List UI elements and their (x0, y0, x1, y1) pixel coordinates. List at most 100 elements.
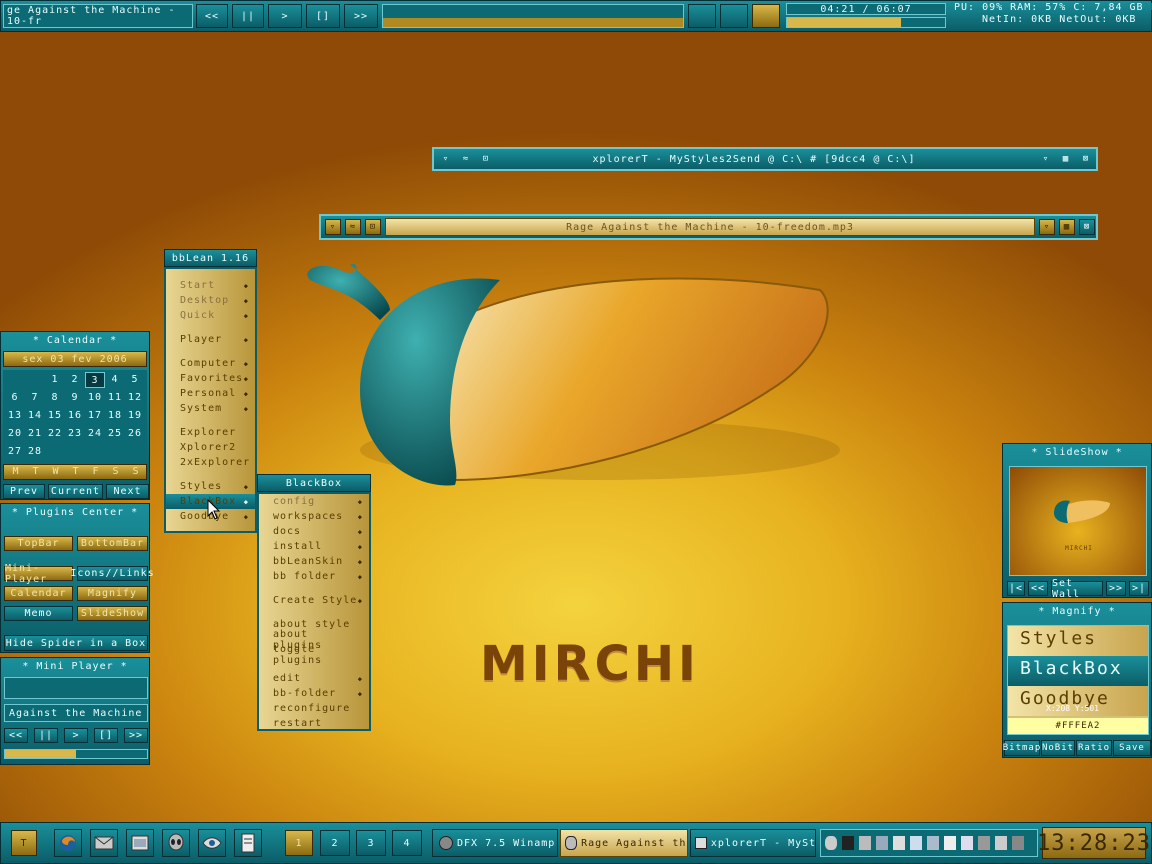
menu-item-install[interactable]: install ◆ (273, 539, 363, 554)
calendar-day[interactable]: 24 (85, 428, 105, 439)
magnify-save-button[interactable]: Save (1113, 740, 1151, 756)
calendar-day[interactable]: 14 (25, 410, 45, 421)
stop-button[interactable]: [] (306, 4, 340, 28)
miniplayer-toggle-button[interactable]: Mini-Player (4, 563, 73, 585)
calendar-day[interactable]: 23 (65, 428, 85, 439)
balance-control[interactable] (720, 4, 748, 28)
tray-extra-icon[interactable] (1012, 836, 1024, 850)
calendar-day[interactable]: 26 (125, 428, 145, 439)
calendar-day[interactable]: 17 (85, 410, 105, 421)
menu-item-explorer[interactable]: Explorer (180, 425, 249, 440)
menu-item-edit[interactable]: edit ◆ (273, 671, 363, 686)
slideshow-next-button[interactable]: >> (1106, 581, 1126, 596)
pause-button[interactable]: || (232, 4, 264, 28)
winamp-window-titlebar[interactable]: ▿ ≈ ⊡ Rage Against the Machine - 10-free… (319, 214, 1098, 240)
menu-item-bb-folder-2[interactable]: bb-folder ◆ (273, 686, 363, 701)
stick-icon[interactable]: ⊡ (478, 151, 494, 167)
menu-item-quick[interactable]: Quick ◆ (180, 308, 249, 323)
task-xplorer[interactable]: xplorerT - MySt... (690, 829, 816, 857)
menu-item-xplorer2[interactable]: Xplorer2 (180, 440, 249, 455)
calendar-day[interactable]: 25 (105, 428, 125, 439)
set-wall-button[interactable]: Set Wall (1051, 578, 1103, 600)
task-winamp-dfx[interactable]: DFX 7.5 Winamp (432, 829, 558, 857)
close-icon[interactable]: ⊠ (1078, 151, 1094, 167)
menu-item-computer[interactable]: Computer ◆ (180, 356, 249, 371)
calendar-day[interactable]: 19 (125, 410, 145, 421)
menu-item-2xexplorer[interactable]: 2xExplorer (180, 455, 249, 470)
seek-bar[interactable] (786, 17, 946, 28)
shade-icon[interactable]: ≈ (458, 151, 474, 167)
calendar-day[interactable]: 1 (45, 374, 65, 385)
equalizer-toggle[interactable] (752, 4, 780, 28)
tray-printer-icon[interactable] (893, 836, 905, 850)
magnify-toggle-button[interactable]: Magnify (77, 586, 148, 601)
mini-play-button[interactable]: > (64, 728, 88, 743)
calendar-prev-button[interactable]: Prev (3, 484, 45, 499)
stick-icon[interactable]: ⊡ (365, 219, 381, 235)
notes-icon[interactable] (234, 829, 262, 857)
explorer-icon[interactable] (126, 829, 154, 857)
menu-item-styles[interactable]: Styles ◆ (180, 479, 249, 494)
mini-seek-bar[interactable] (4, 749, 148, 759)
eye-icon[interactable] (198, 829, 226, 857)
mini-stop-button[interactable]: [] (94, 728, 118, 743)
menu-item-personal[interactable]: Personal ◆ (180, 386, 249, 401)
maximize-icon[interactable]: ▦ (1058, 151, 1074, 167)
calendar-day[interactable]: 28 (25, 446, 45, 457)
menu-item-player[interactable]: Player ◆ (180, 332, 249, 347)
calendar-day[interactable]: 7 (25, 392, 45, 403)
menu-item-bbleanskin[interactable]: bbLeanSkin ◆ (273, 554, 363, 569)
menu-item-config[interactable]: config ◆ (273, 494, 363, 509)
play-button[interactable]: > (268, 4, 302, 28)
calendar-day[interactable]: 13 (5, 410, 25, 421)
menu-item-reconfigure[interactable]: reconfigure (273, 701, 363, 716)
calendar-current-button[interactable]: Current (48, 484, 103, 499)
menu-item-workspaces[interactable]: workspaces ◆ (273, 509, 363, 524)
mini-prev-button[interactable]: << (4, 728, 28, 743)
xplorer-window-titlebar[interactable]: ▿ ≈ ⊡ xplorerT - MyStyles2Send @ C:\ # [… (432, 147, 1098, 171)
slideshow-last-button[interactable]: >| (1129, 581, 1149, 596)
workspace-4-button[interactable]: 4 (392, 830, 422, 856)
close-icon[interactable]: ⊠ (1079, 219, 1095, 235)
slideshow-prev-button[interactable]: << (1028, 581, 1048, 596)
email-icon[interactable] (90, 829, 118, 857)
icons-links-toggle-button[interactable]: Icons//Links (70, 566, 154, 581)
menu-item-toggle-plugins[interactable]: toggle plugins (273, 644, 363, 666)
prev-button[interactable]: << (196, 4, 228, 28)
magnify-nobit-button[interactable]: NoBit (1041, 740, 1075, 756)
calendar-next-button[interactable]: Next (106, 484, 149, 499)
calendar-day[interactable]: 16 (65, 410, 85, 421)
calendar-day[interactable]: 11 (105, 392, 125, 403)
tray-volume-icon[interactable] (995, 836, 1007, 850)
alien-icon[interactable] (162, 829, 190, 857)
tray-alien-icon[interactable] (825, 836, 837, 850)
calendar-day[interactable]: 9 (65, 392, 85, 403)
magnify-ratio-button[interactable]: Ratio (1076, 740, 1112, 756)
menu-item-favorites[interactable]: Favorites ◆ (180, 371, 249, 386)
menu-item-start[interactable]: Start ◆ (180, 278, 249, 293)
firefox-icon[interactable] (54, 829, 82, 857)
calendar-day[interactable]: 4 (105, 374, 125, 385)
menu-item-desktop[interactable]: Desktop ◆ (180, 293, 249, 308)
volume-control[interactable] (688, 4, 716, 28)
workspace-3-button[interactable]: 3 (356, 830, 386, 856)
calendar-day[interactable]: 15 (45, 410, 65, 421)
mini-next-button[interactable]: >> (124, 728, 148, 743)
start-button[interactable]: T (11, 830, 37, 856)
task-rage-against[interactable]: Rage Against th... (560, 829, 688, 857)
window-menu-icon[interactable]: ▿ (325, 219, 341, 235)
minimize-icon[interactable]: ▿ (1038, 151, 1054, 167)
calendar-day[interactable]: 12 (125, 392, 145, 403)
calendar-day[interactable]: 20 (5, 428, 25, 439)
menu-item-docs[interactable]: docs ◆ (273, 524, 363, 539)
memo-toggle-button[interactable]: Memo (4, 606, 73, 621)
tray-bars-icon[interactable] (842, 836, 854, 850)
window-menu-icon[interactable]: ▿ (438, 151, 454, 167)
tray-app-icon[interactable] (859, 836, 871, 850)
topbar-toggle-button[interactable]: TopBar (4, 536, 73, 551)
tray-chat-icon[interactable] (944, 836, 956, 850)
calendar-day[interactable]: 22 (45, 428, 65, 439)
tray-network-icon[interactable] (876, 836, 888, 850)
calendar-day[interactable]: 8 (45, 392, 65, 403)
calendar-toggle-button[interactable]: Calendar (4, 586, 73, 601)
